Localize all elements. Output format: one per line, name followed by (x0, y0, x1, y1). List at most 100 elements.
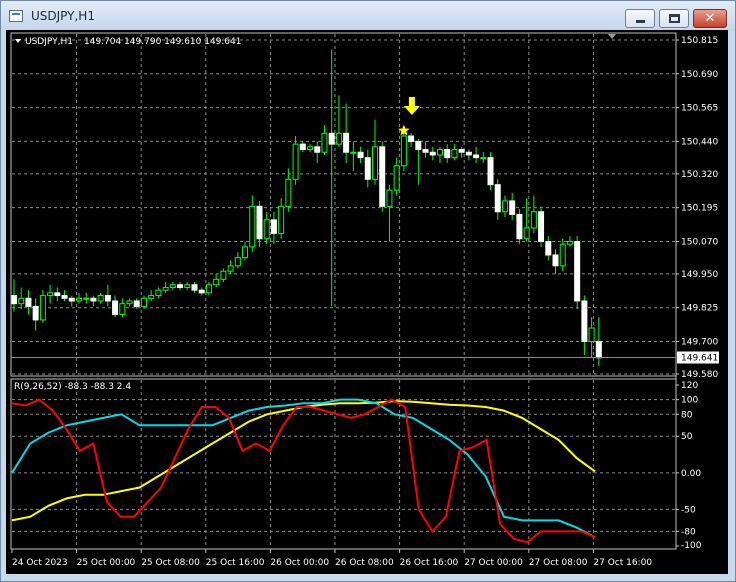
candle-body-bear (198, 289, 205, 294)
candle-body-bear (458, 149, 465, 153)
oscillator-tick-label: 120 (681, 381, 698, 391)
candle-body-bear (54, 292, 61, 297)
candle-body-bull (436, 149, 443, 156)
window-title: USDJPY,H1 (31, 9, 95, 23)
candle-body-bull (278, 205, 285, 234)
minimize-button[interactable] (625, 9, 655, 28)
maximize-button[interactable] (659, 9, 689, 28)
candle-body-bull (285, 178, 292, 207)
candle-body-bear (11, 295, 17, 305)
price-tick-label: 149.580 (681, 370, 718, 380)
candle-body-bull (372, 146, 378, 180)
candle-body-bear (415, 140, 422, 151)
candle-body-bull (83, 297, 90, 300)
oscillator-tick-label: 50 (681, 432, 693, 442)
close-icon: ✕ (704, 11, 716, 26)
title-bar[interactable]: USDJPY,H1 ✕ (1, 1, 735, 31)
candle-body-bear (343, 132, 350, 153)
candle-body-bear (574, 240, 581, 302)
candle-body-bear (32, 305, 39, 321)
candle-body-bull (126, 300, 133, 305)
oscillator-tick-label: 0.00 (681, 469, 701, 479)
candle-body-bull (220, 270, 227, 280)
candle-body-bear (422, 149, 429, 153)
candle-body-bull (559, 243, 566, 267)
candle-body-bull (523, 227, 530, 240)
candle-body-bull (566, 240, 573, 245)
candle-body-bear (191, 284, 198, 291)
candle-body-bear (61, 295, 68, 299)
price-tick-label: 150.815 (681, 36, 718, 46)
candle-body-bull (242, 246, 249, 259)
candle-body-bear (516, 213, 523, 240)
candle-body-bull (227, 265, 234, 272)
candle-body-bull (501, 200, 508, 213)
oscillator-tick-label: -80 (681, 527, 696, 537)
time-tick-label: 27 Oct 00:00 (464, 558, 523, 568)
candle-body-bull (588, 327, 595, 343)
close-button[interactable]: ✕ (693, 9, 727, 28)
candle-body-bear (112, 300, 119, 316)
candle-body-bear (444, 149, 451, 159)
ohlc-values: 149.704 149.790 149.610 149.641 (84, 37, 241, 47)
candle-body-bear (581, 300, 588, 343)
price-tick-label: 150.070 (681, 237, 718, 247)
candle-body-bull (75, 297, 82, 302)
candle-body-bear (328, 132, 335, 145)
chart-canvas[interactable]: USDJPY,H1 149.704 149.790 149.610 149.64… (6, 30, 728, 574)
candle-body-bear (545, 240, 552, 256)
candle-body-bear (133, 300, 140, 307)
candle-body-bear (465, 151, 472, 156)
time-tick-label: 26 Oct 00:00 (270, 558, 329, 568)
candle-body-bear (256, 205, 263, 240)
candle-body-bull (249, 205, 256, 248)
candle-body-bull (393, 165, 400, 191)
candle-body-bear (177, 284, 184, 288)
candle-body-bear (552, 254, 559, 267)
minimize-icon (636, 20, 645, 23)
candle-body-bear (509, 200, 516, 215)
time-tick-label: 25 Oct 08:00 (141, 558, 200, 568)
oscillator-tick-label: -50 (681, 505, 696, 515)
candle-body-bear (494, 184, 501, 213)
current-price-tag: 149.641 (677, 351, 719, 364)
price-tick-label: 150.195 (681, 204, 718, 214)
time-tick-label: 27 Oct 08:00 (529, 558, 588, 568)
candle-body-bull (184, 284, 191, 288)
candle-body-bull (205, 284, 212, 294)
candle-body-bear (90, 297, 97, 302)
candle-body-bear (357, 151, 364, 159)
oscillator-tick-label: 100 (681, 396, 698, 406)
candle-body-bull (140, 297, 147, 307)
price-tick-label: 150.440 (681, 137, 718, 147)
candle-body-bear (429, 151, 436, 156)
current-price-value: 149.641 (681, 354, 718, 364)
maximize-icon (669, 14, 680, 23)
candle (400, 130, 407, 172)
time-tick-label: 26 Oct 08:00 (335, 558, 394, 568)
candle-body-bull (292, 143, 299, 180)
candle-body-bull (307, 146, 314, 151)
candle-body-bear (25, 297, 32, 307)
candle-body-bull (335, 132, 342, 145)
candle-body-bull (263, 219, 270, 240)
candle (516, 209, 523, 245)
candle-body-bull (119, 303, 126, 316)
candle-body-bear (487, 157, 494, 186)
price-tick-label: 150.565 (681, 104, 718, 114)
candle-body-bull (213, 278, 220, 286)
candle-body-bull (148, 295, 155, 299)
symbol-label: USDJPY,H1 (25, 37, 73, 47)
price-tick-label: 149.700 (681, 338, 718, 348)
candle-body-bull (321, 132, 328, 153)
candle-body-bear (314, 146, 321, 153)
candle-body-bull (162, 286, 169, 291)
candle-body-bull (386, 189, 393, 207)
candle-body-bear (68, 297, 75, 302)
candle-body-bear (299, 143, 306, 151)
candle (538, 206, 545, 247)
time-tick-label: 27 Oct 16:00 (593, 558, 652, 568)
candle-body-bull (155, 289, 162, 297)
price-tick-label: 149.825 (681, 304, 718, 314)
candle-body-bull (400, 135, 407, 167)
